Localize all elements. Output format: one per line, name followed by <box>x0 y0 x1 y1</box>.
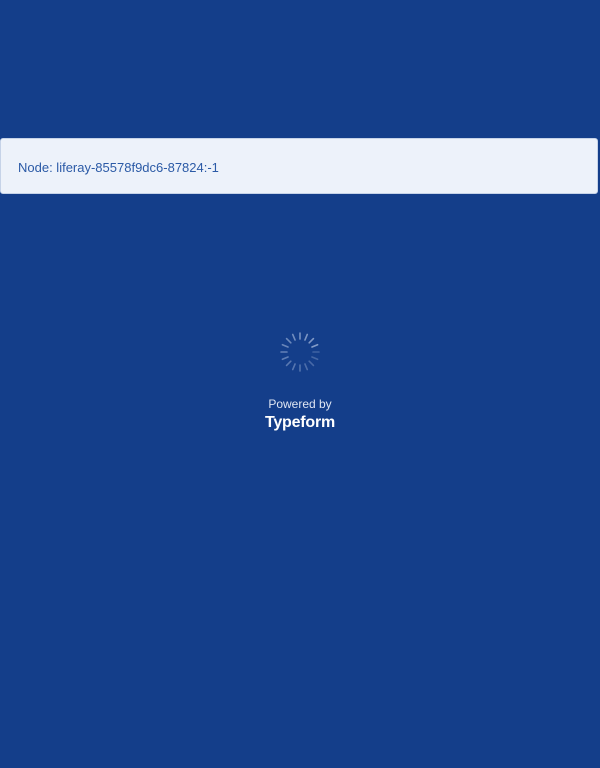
spinner-tick <box>285 360 292 367</box>
powered-by-label: Powered by <box>268 397 332 411</box>
spinner-tick <box>308 337 315 344</box>
spinner-tick <box>311 356 319 361</box>
loading-page: Node: liferay-85578f9dc6-87824:-1 Powere… <box>0 0 600 768</box>
spinner-tick <box>285 337 292 344</box>
spinner-tick <box>311 343 319 348</box>
powered-by-typeform[interactable]: Powered by Typeform <box>0 396 600 434</box>
spinner-tick <box>308 360 315 367</box>
spinner-tick <box>291 363 296 371</box>
spinner-tick <box>281 343 289 348</box>
spinner-tick <box>281 356 289 361</box>
spinner-tick <box>304 333 309 341</box>
loading-spinner-icon <box>280 332 320 372</box>
spinner-tick <box>291 333 296 341</box>
node-info-text: Node: liferay-85578f9dc6-87824:-1 <box>18 160 219 175</box>
spinner-tick <box>304 363 309 371</box>
typeform-logo[interactable]: Typeform <box>0 412 600 434</box>
node-info-banner: Node: liferay-85578f9dc6-87824:-1 <box>0 138 598 194</box>
